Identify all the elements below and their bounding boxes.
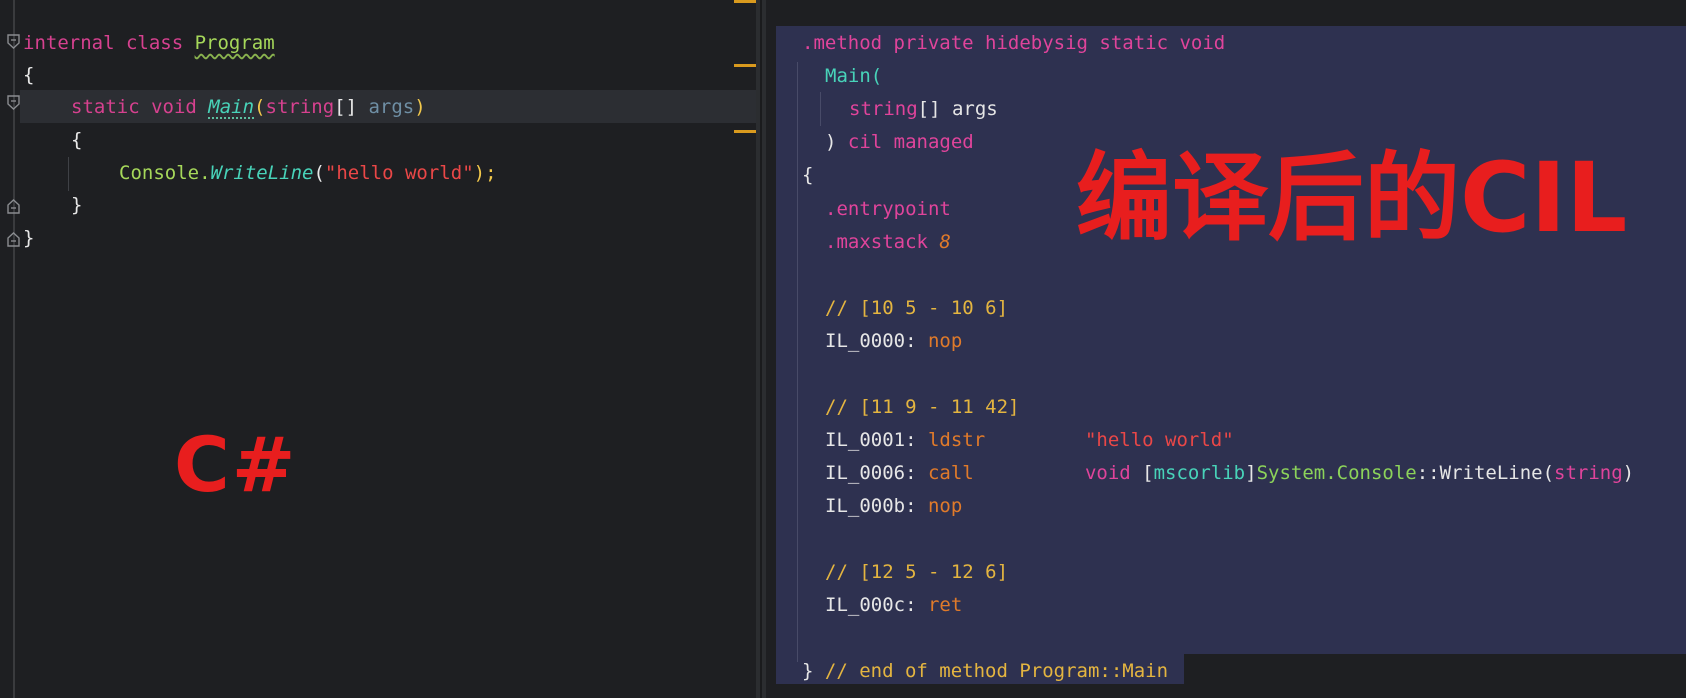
cil-viewer[interactable]: .method private hidebysig static void Ma… — [766, 0, 1686, 698]
cil-instruction: IL_0001: ldstr "hello world" — [825, 429, 1234, 451]
cil-comment: // [11 9 - 11 42] — [825, 396, 1020, 418]
cil-method-name: Main( — [825, 65, 883, 87]
scrollbar-marker[interactable] — [734, 0, 756, 3]
cil-instruction: IL_0000: nop — [825, 330, 963, 352]
indent-guide — [68, 157, 69, 191]
fold-collapse-icon[interactable] — [7, 34, 20, 50]
csharp-annotation-label: C# — [174, 420, 298, 509]
cil-entrypoint: .entrypoint — [825, 198, 951, 220]
code-line-open-brace: { — [71, 129, 83, 151]
scrollbar-marker[interactable] — [734, 64, 756, 67]
code-line-main: static void Main(string[] args) — [71, 96, 426, 118]
code-line-close-brace: } — [23, 227, 35, 249]
cil-comment: // [12 5 - 12 6] — [825, 561, 1009, 583]
csharp-editor[interactable]: internal class Program { static void Mai… — [0, 0, 756, 698]
cil-instruction: IL_0006: call void [mscorlib]System.Conso… — [825, 462, 1635, 484]
cil-instruction: IL_000c: ret — [825, 594, 963, 616]
cil-comment: // [10 5 - 10 6] — [825, 297, 1009, 319]
code-line-open-brace: { — [23, 64, 35, 86]
cil-method-header: .method private hidebysig static void — [802, 32, 1226, 54]
cil-end-method: } // end of method Program::Main — [802, 660, 1169, 682]
code-line-writeline: Console.WriteLine("hello world"); — [119, 162, 497, 184]
code-line-close-brace: } — [71, 194, 83, 216]
fold-end-icon[interactable] — [7, 198, 20, 214]
cil-annotation-label: 编译后的CIL — [1076, 142, 1628, 254]
fold-collapse-icon[interactable] — [7, 95, 20, 111]
indent-guide — [797, 62, 798, 662]
cil-managed: ) cil managed — [825, 131, 974, 153]
indent-guide — [820, 92, 821, 126]
scrollbar-marker[interactable] — [734, 130, 756, 133]
fold-end-icon[interactable] — [7, 231, 20, 247]
pane-splitter[interactable] — [756, 0, 766, 698]
cil-instruction: IL_000b: nop — [825, 495, 963, 517]
cil-maxstack: .maxstack 8 — [825, 231, 951, 253]
cil-open-brace: { — [802, 164, 814, 186]
cil-param: string[] args — [849, 98, 998, 120]
code-line-class: internal class Program — [23, 32, 275, 54]
